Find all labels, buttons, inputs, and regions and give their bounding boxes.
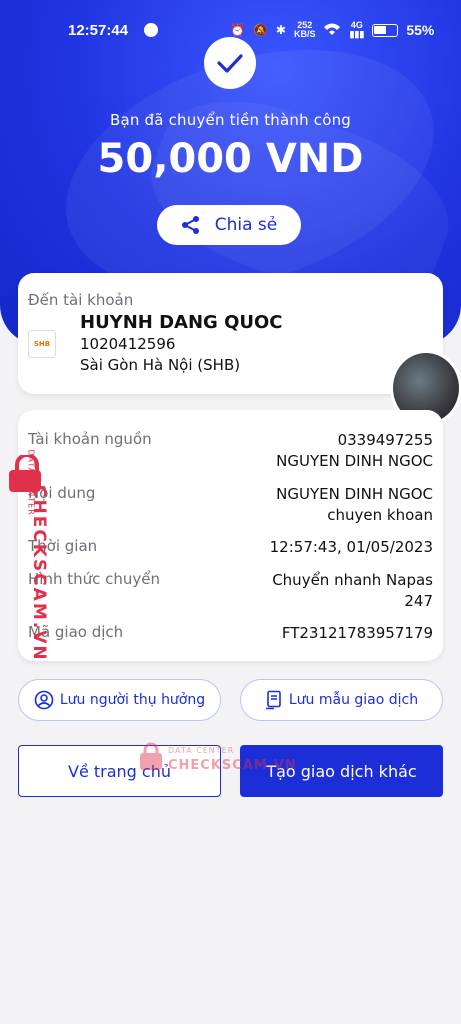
save-template-label: Lưu mẫu giao dịch xyxy=(288,692,419,708)
save-beneficiary-label: Lưu người thụ hưởng xyxy=(59,692,206,708)
wifi-icon xyxy=(323,22,341,39)
time-row: Thời gian 12:57:43, 01/05/2023 xyxy=(28,537,433,559)
watermark-center-sub: DATA CENTER xyxy=(168,746,235,755)
watermark-side-text: CHECKSCAM.VN xyxy=(29,485,49,662)
success-check-icon xyxy=(204,37,256,89)
source-account-label: Tài khoản nguồn xyxy=(28,430,152,448)
recipient-account-number: 1020412596 xyxy=(80,335,176,353)
transaction-id-row: Mã giao dịch FT23121783957179 xyxy=(28,623,433,645)
source-account-row: Tài khoản nguồn 0339497255 NGUYEN DINH N… xyxy=(28,430,433,474)
method-line: Chuyển nhanh Napas xyxy=(272,571,433,589)
net-type: 4G xyxy=(350,20,363,30)
method-row: Hình thức chuyển Chuyển nhanh Napas 247 xyxy=(28,570,433,614)
user-circle-icon xyxy=(34,690,54,710)
recipient-label: Đến tài khoản xyxy=(28,291,134,309)
transaction-id-value: FT23121783957179 xyxy=(281,624,433,642)
recipient-bank-name: Sài Gòn Hà Nội (SHB) xyxy=(80,356,241,374)
method-value: Chuyển nhanh Napas 247 xyxy=(272,570,433,612)
time-value: 12:57:43, 01/05/2023 xyxy=(269,538,433,556)
status-time: 12:57:44 xyxy=(68,22,129,39)
battery-icon xyxy=(372,23,399,37)
transfer-amount: 50,000 VND xyxy=(97,136,364,182)
share-icon xyxy=(181,216,199,234)
signal-icon: 4G ▮▮▮ xyxy=(349,20,365,39)
mute-icon: 🔕 xyxy=(252,23,268,37)
content-row: Nội dung NGUYEN DINH NGOC chuyen khoan xyxy=(28,484,433,528)
share-label: Chia sẻ xyxy=(214,215,278,235)
recipient-name: HUYNH DANG QUOC xyxy=(80,312,283,333)
battery-percent: 55% xyxy=(406,22,435,38)
bank-logo: SHB xyxy=(28,330,56,358)
recipient-card: Đến tài khoản SHB HUYNH DANG QUOC 102041… xyxy=(18,273,443,394)
content-line: chuyen khoan xyxy=(327,506,433,524)
watermark-center: DATA CENTER CHECKSCAM.VN xyxy=(138,742,296,778)
share-button[interactable]: Chia sẻ xyxy=(157,205,301,245)
bluetooth-icon: ✱ xyxy=(275,23,286,37)
content-line: NGUYEN DINH NGOC xyxy=(276,485,433,503)
lock-icon xyxy=(140,742,162,770)
source-account-value: 0339497255 NGUYEN DINH NGOC xyxy=(276,430,433,472)
content-value: NGUYEN DINH NGOC chuyen khoan xyxy=(276,484,433,526)
source-account-number: 0339497255 xyxy=(337,431,433,449)
messenger-icon xyxy=(144,23,158,37)
net-speed-unit: KB/S xyxy=(293,29,316,39)
watermark-center-text: CHECKSCAM.VN xyxy=(168,758,297,773)
save-template-button[interactable]: Lưu mẫu giao dịch xyxy=(240,679,443,721)
receipt-icon xyxy=(265,690,281,710)
save-beneficiary-button[interactable]: Lưu người thụ hưởng xyxy=(18,679,221,721)
success-message: Bạn đã chuyển tiền thành công xyxy=(109,111,352,129)
method-line: 247 xyxy=(404,592,433,610)
net-speed: 252 KB/S xyxy=(294,21,316,39)
alarm-icon: ⏰ xyxy=(230,23,245,37)
transaction-details-card: Tài khoản nguồn 0339497255 NGUYEN DINH N… xyxy=(18,410,443,661)
source-account-name: NGUYEN DINH NGOC xyxy=(276,452,433,470)
watermark-side: DATA CENTER CHECKSCAM.VN xyxy=(5,450,49,662)
status-icons: ⏰ 🔕 ✱ 252 KB/S 4G ▮▮▮ 55% xyxy=(230,21,434,39)
